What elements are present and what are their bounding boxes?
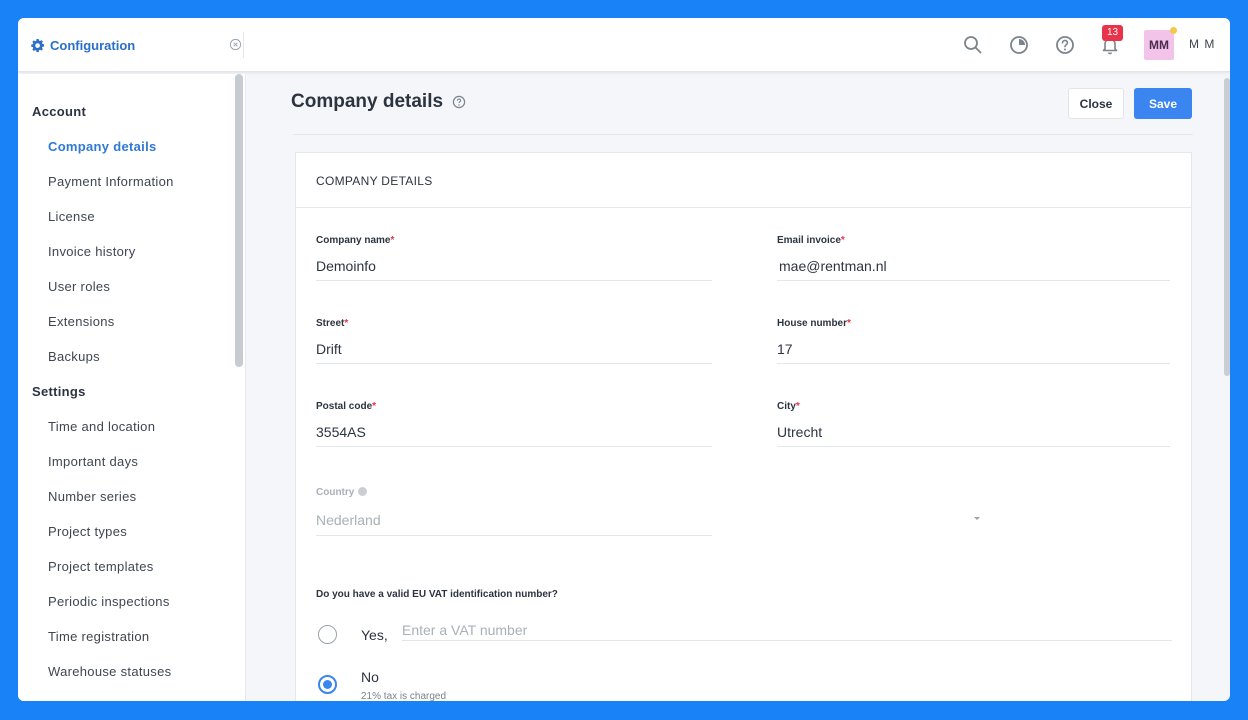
city-underline (777, 446, 1170, 447)
info-icon (358, 487, 368, 496)
vat-no-sublabel: 21% tax is charged (361, 691, 447, 701)
country-label: Country (316, 487, 368, 498)
email-invoice-label: Email invoice* (777, 235, 845, 246)
notification-badge: 13 (1102, 25, 1124, 41)
help-icon[interactable] (1054, 34, 1076, 56)
close-button[interactable]: Close (1068, 88, 1124, 119)
sidebar-heading-settings: Settings (32, 384, 86, 399)
house-number-underline (777, 363, 1170, 364)
email-invoice-field[interactable]: mae@rentman.nl (779, 258, 887, 274)
avatar-status-dot (1170, 27, 1177, 34)
vat-no-radio[interactable] (318, 675, 337, 694)
company-name-underline (316, 280, 712, 281)
save-button[interactable]: Save (1134, 88, 1192, 119)
title-help-icon[interactable] (452, 95, 466, 109)
sidebar-item-backups[interactable]: Backups (48, 349, 100, 364)
vat-no-label: No (361, 669, 379, 685)
card-title: COMPANY DETAILS (316, 174, 433, 188)
tab-divider (243, 32, 244, 58)
email-invoice-underline (777, 280, 1170, 281)
vat-yes-label: Yes, (361, 627, 388, 643)
sidebar-item-important-days[interactable]: Important days (48, 454, 138, 469)
city-field[interactable]: Utrecht (777, 424, 822, 440)
search-icon[interactable] (962, 34, 984, 56)
sidebar-item-project-types[interactable]: Project types (48, 524, 127, 539)
house-number-field[interactable]: 17 (777, 341, 793, 357)
gear-icon (31, 38, 45, 52)
app-window: Configuration 13 MM M M Account Company … (18, 18, 1230, 701)
card-header: COMPANY DETAILS (296, 153, 1191, 208)
vat-number-input[interactable] (402, 619, 1172, 641)
main-scrollbar[interactable] (1224, 78, 1230, 376)
street-label: Street* (316, 318, 349, 329)
company-name-label: Company name* (316, 235, 395, 246)
tab-label: Configuration (50, 37, 136, 53)
vat-question: Do you have a valid EU VAT identificatio… (316, 589, 558, 600)
country-underline (316, 535, 712, 536)
sidebar-item-extensions[interactable]: Extensions (48, 314, 115, 329)
sidebar-item-license[interactable]: License (48, 209, 95, 224)
sidebar-item-number-series[interactable]: Number series (48, 489, 136, 504)
country-select[interactable]: Nederland (316, 512, 381, 528)
postal-code-underline (316, 446, 712, 447)
page-title: Company details (291, 91, 444, 112)
street-field[interactable]: Drift (316, 341, 342, 357)
postal-code-label: Postal code* (316, 401, 377, 412)
timer-icon[interactable] (1008, 34, 1030, 56)
postal-code-field[interactable]: 3554AS (316, 424, 366, 440)
sidebar: Account Company details Payment Informat… (18, 74, 246, 701)
street-underline (316, 363, 712, 364)
vat-yes-radio[interactable] (318, 625, 337, 644)
title-divider (293, 134, 1193, 135)
company-name-field[interactable]: Demoinfo (316, 258, 376, 274)
city-label: City* (777, 401, 800, 412)
sidebar-item-company-details[interactable]: Company details (48, 139, 157, 154)
avatar[interactable]: MM (1144, 30, 1174, 60)
sidebar-item-project-templates[interactable]: Project templates (48, 559, 154, 574)
sidebar-item-user-roles[interactable]: User roles (48, 279, 110, 294)
company-details-card: COMPANY DETAILS Company name* Demoinfo E… (295, 152, 1192, 701)
sidebar-item-time-and-location[interactable]: Time and location (48, 419, 155, 434)
top-bar: Configuration 13 MM M M (18, 18, 1230, 72)
sidebar-item-payment-information[interactable]: Payment Information (48, 174, 174, 189)
house-number-label: House number* (777, 318, 851, 329)
close-tab-icon[interactable] (229, 38, 242, 51)
sidebar-item-invoice-history[interactable]: Invoice history (48, 244, 136, 259)
sidebar-heading-account: Account (32, 104, 87, 119)
user-name[interactable]: M M (1189, 37, 1215, 51)
sidebar-item-periodic-inspections[interactable]: Periodic inspections (48, 594, 170, 609)
sidebar-scrollbar[interactable] (235, 74, 243, 367)
sidebar-item-warehouse-statuses[interactable]: Warehouse statuses (48, 664, 171, 679)
tab-configuration[interactable]: Configuration (18, 18, 242, 72)
sidebar-item-time-registration[interactable]: Time registration (48, 629, 149, 644)
chevron-down-icon (974, 517, 980, 520)
